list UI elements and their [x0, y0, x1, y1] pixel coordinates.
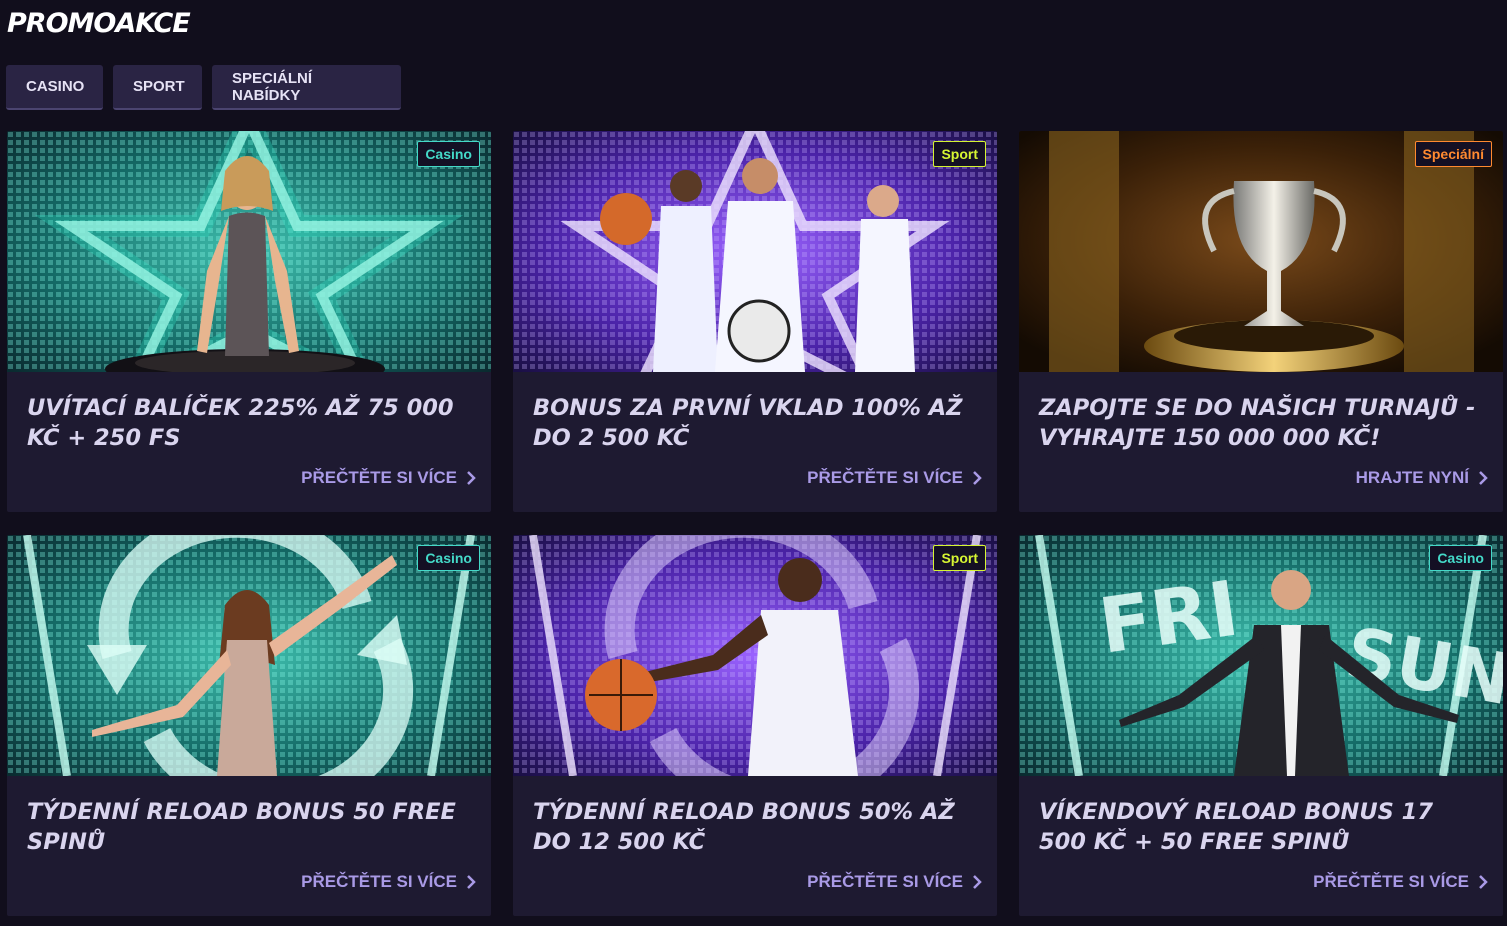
promo-card[interactable]: Casino TÝDENNÍ RELOAD BONUS 50 FREE SPIN… — [7, 535, 491, 916]
read-more-link[interactable]: PŘEČTĚTE SI VÍCE — [301, 872, 477, 892]
three-athletes-image[interactable]: Sport — [513, 131, 997, 372]
promo-card[interactable]: Sport TÝDENNÍ RELOAD BONUS 50% AŽ DO 12 … — [513, 535, 997, 916]
chevron-right-icon — [1479, 471, 1488, 485]
category-tabs: CASINO SPORT SPECIÁLNÍ NABÍDKY — [6, 65, 401, 110]
promo-card[interactable]: Sport BONUS ZA PRVNÍ VKLAD 100% AŽ DO 2 … — [513, 131, 997, 512]
play-now-link[interactable]: HRAJTE NYNÍ — [1356, 468, 1489, 488]
chevron-right-icon — [467, 471, 476, 485]
tab-special-offers[interactable]: SPECIÁLNÍ NABÍDKY — [212, 65, 401, 110]
link-label: PŘEČTĚTE SI VÍCE — [301, 468, 457, 487]
promo-title: TÝDENNÍ RELOAD BONUS 50 FREE SPINŮ — [27, 799, 456, 855]
promo-card[interactable]: Casino UVÍTACÍ BALÍČEK 225% AŽ 75 000 KČ… — [7, 131, 491, 512]
read-more-link[interactable]: PŘEČTĚTE SI VÍCE — [1313, 872, 1489, 892]
link-label: PŘEČTĚTE SI VÍCE — [807, 468, 963, 487]
chevron-right-icon — [973, 875, 982, 889]
promo-title: VÍKENDOVÝ RELOAD BONUS 17 500 KČ + 50 FR… — [1039, 799, 1433, 855]
man-fri-sun-image[interactable]: FRI SUN Casino — [1019, 535, 1503, 776]
read-more-link[interactable]: PŘEČTĚTE SI VÍCE — [301, 468, 477, 488]
category-badge: Sport — [933, 545, 986, 571]
promo-title: ZAPOJTE SE DO NAŠICH TURNAJŮ - VYHRAJTE … — [1039, 395, 1476, 451]
category-badge: Casino — [417, 141, 480, 167]
tab-casino[interactable]: CASINO — [6, 65, 103, 110]
category-badge: Sport — [933, 141, 986, 167]
promo-title: BONUS ZA PRVNÍ VKLAD 100% AŽ DO 2 500 KČ — [533, 395, 963, 451]
read-more-link[interactable]: PŘEČTĚTE SI VÍCE — [807, 872, 983, 892]
promo-title: TÝDENNÍ RELOAD BONUS 50% AŽ DO 12 500 KČ — [533, 799, 955, 855]
page-title: PROMOAKCE — [7, 8, 191, 39]
link-label: PŘEČTĚTE SI VÍCE — [301, 872, 457, 891]
promo-grid: Casino UVÍTACÍ BALÍČEK 225% AŽ 75 000 KČ… — [7, 131, 1503, 916]
trophy-image[interactable]: Speciální — [1019, 131, 1503, 372]
link-label: HRAJTE NYNÍ — [1355, 468, 1469, 487]
promo-card[interactable]: Speciální ZAPOJTE SE DO NAŠICH TURNAJŮ -… — [1019, 131, 1503, 512]
tab-sport[interactable]: SPORT — [113, 65, 202, 110]
link-label: PŘEČTĚTE SI VÍCE — [807, 872, 963, 891]
promo-card[interactable]: FRI SUN Casino VÍKENDOVÝ RELOAD BONUS 17… — [1019, 535, 1503, 916]
read-more-link[interactable]: PŘEČTĚTE SI VÍCE — [807, 468, 983, 488]
category-badge: Casino — [417, 545, 480, 571]
chevron-right-icon — [467, 875, 476, 889]
category-badge: Casino — [1429, 545, 1492, 571]
chevron-right-icon — [973, 471, 982, 485]
link-label: PŘEČTĚTE SI VÍCE — [1313, 872, 1469, 891]
chevron-right-icon — [1479, 875, 1488, 889]
basketball-player-image[interactable]: Sport — [513, 535, 997, 776]
casino-hostess-roulette-image[interactable]: Casino — [7, 131, 491, 372]
woman-reload-arrows-image[interactable]: Casino — [7, 535, 491, 776]
promo-title: UVÍTACÍ BALÍČEK 225% AŽ 75 000 KČ + 250 … — [27, 395, 454, 451]
category-badge: Speciální — [1414, 141, 1492, 167]
